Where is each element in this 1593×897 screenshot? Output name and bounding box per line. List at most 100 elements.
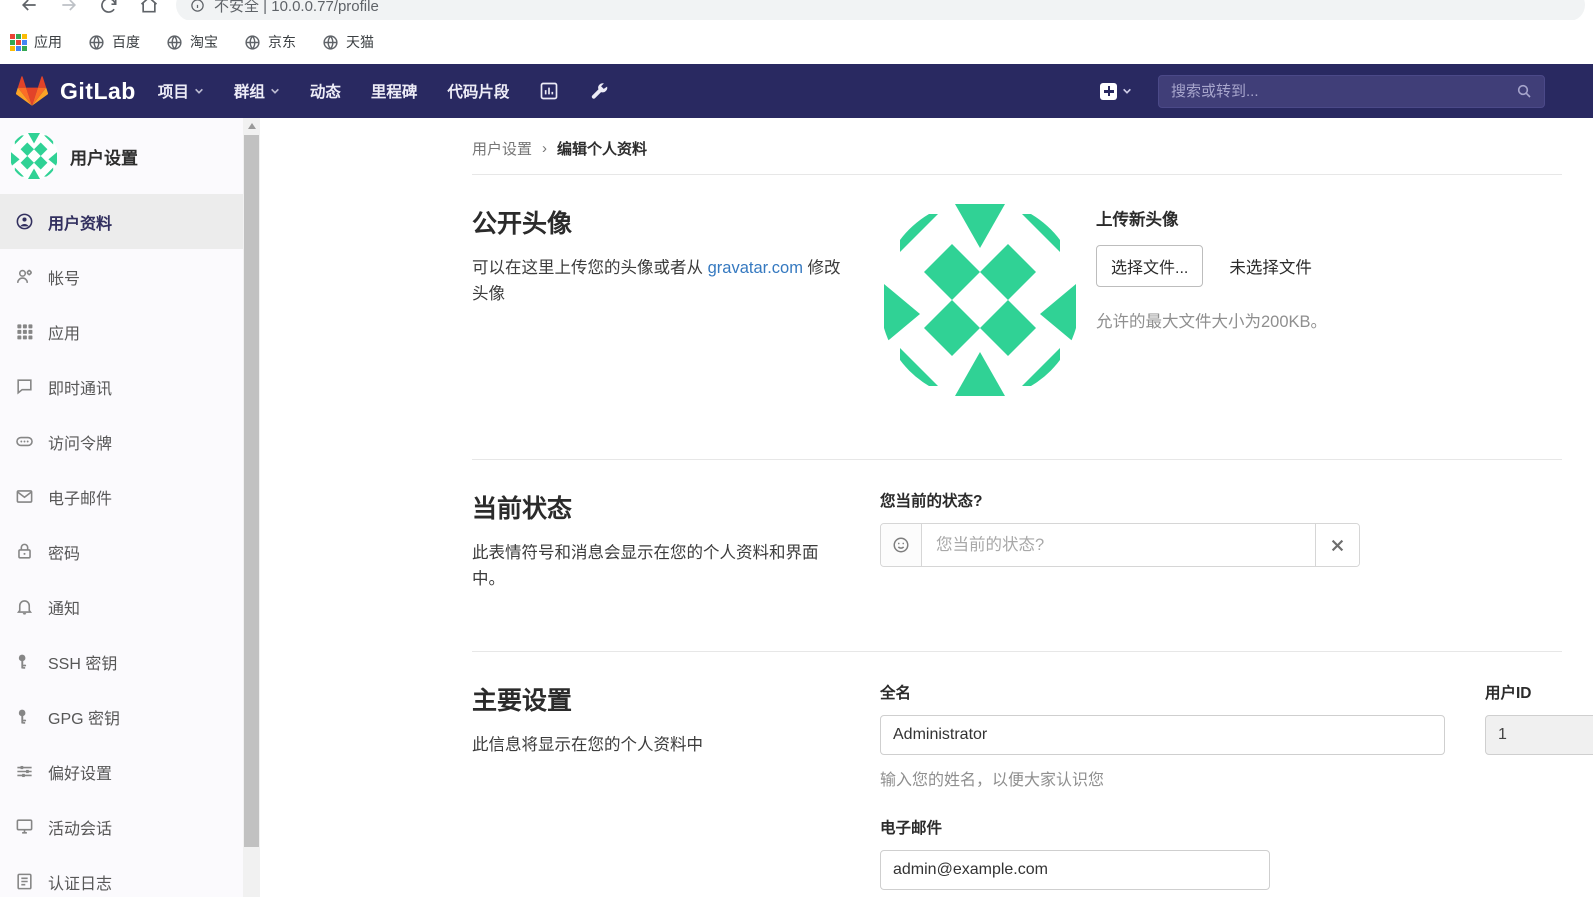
sidebar-item-label: 电子邮件 — [48, 490, 113, 508]
monitor-icon — [16, 819, 33, 834]
scroll-up-icon[interactable] — [243, 118, 260, 134]
status-message-input[interactable] — [922, 524, 1315, 566]
sidebar-item-label: 认证日志 — [48, 875, 113, 893]
profile-icon — [16, 213, 33, 230]
breadcrumb-current: 编辑个人资料 — [557, 141, 648, 158]
email-input[interactable] — [880, 850, 1270, 891]
bookmark-apps[interactable]: 应用 — [10, 32, 62, 52]
sidebar-item-notifications[interactable]: 通知 — [0, 579, 243, 634]
sidebar-item-label: 即时通讯 — [48, 380, 113, 398]
sidebar-item-active-sessions[interactable]: 活动会话 — [0, 799, 243, 854]
nav-item-label: 动态 — [309, 84, 341, 101]
new-menu-button[interactable] — [1100, 82, 1132, 100]
smiley-icon — [893, 537, 909, 553]
sidebar-item-emails[interactable]: 电子邮件 — [0, 469, 243, 524]
search-icon[interactable] — [1516, 83, 1532, 99]
max-file-size-help: 允许的最大文件大小为200KB。 — [1096, 313, 1328, 331]
sidebar-item-access-tokens[interactable]: 访问令牌 — [0, 414, 243, 469]
sidebar-item-label: GPG 密钥 — [48, 710, 121, 728]
key-icon — [18, 654, 27, 669]
globe-icon — [245, 34, 260, 50]
sidebar-item-profile[interactable]: 用户资料 — [0, 194, 243, 249]
sidebar-item-password[interactable]: 密码 — [0, 524, 243, 579]
breadcrumb: 用户设置 › 编辑个人资料 — [472, 138, 1593, 159]
choose-file-button[interactable]: 选择文件... — [1096, 245, 1204, 287]
bookmarks-bar: 应用 百度 淘宝 京东 天猫 — [0, 20, 1593, 64]
sidebar-item-chat[interactable]: 即时通讯 — [0, 359, 243, 414]
section-description: 此信息将显示在您的个人资料中 — [472, 736, 703, 755]
nav-item-snippets[interactable]: 代码片段 — [447, 80, 509, 102]
bookmark-label: 天猫 — [346, 34, 374, 50]
section-title: 公开头像 — [472, 210, 573, 238]
section-description: 可以在这里上传您的头像或者从 gravatar.com 修改头像 — [472, 256, 847, 307]
profile-avatar-image — [880, 200, 1080, 400]
nav-item-groups[interactable]: 群组 — [234, 80, 280, 102]
upload-avatar-title: 上传新头像 — [1096, 211, 1179, 229]
bookmark-jd[interactable]: 京东 — [244, 32, 296, 52]
emoji-picker-button[interactable] — [881, 524, 922, 566]
search-input[interactable] — [1171, 82, 1516, 100]
full-name-help: 输入您的姓名，以便大家认识您 — [880, 772, 1105, 790]
globe-icon — [167, 34, 182, 50]
nav-item-activity[interactable]: 动态 — [310, 80, 341, 102]
bookmark-baidu[interactable]: 百度 — [88, 32, 140, 52]
clear-status-button[interactable] — [1315, 524, 1359, 566]
globe-icon — [323, 34, 338, 50]
account-icon — [16, 269, 32, 283]
sliders-icon — [17, 765, 32, 778]
user-id-input — [1485, 715, 1593, 756]
sidebar-item-ssh-keys[interactable]: SSH 密钥 — [0, 634, 243, 689]
reload-icon[interactable] — [98, 0, 120, 16]
bookmark-tmall[interactable]: 天猫 — [322, 32, 374, 52]
full-name-input[interactable] — [880, 715, 1445, 756]
chevron-down-icon — [1123, 88, 1131, 94]
forward-icon[interactable] — [58, 0, 80, 16]
profile-content: 用户设置 › 编辑个人资料 公开头像 可以在这里上传您的头像或者从 gravat… — [260, 118, 1593, 897]
chart-icon[interactable] — [539, 81, 559, 101]
sidebar-item-preferences[interactable]: 偏好设置 — [0, 744, 243, 799]
nav-item-projects[interactable]: 项目 — [158, 80, 204, 102]
full-name-label: 全名 — [880, 685, 912, 703]
user-id-label: 用户ID — [1485, 685, 1532, 703]
gitlab-wordmark[interactable]: GitLab — [60, 78, 136, 105]
user-avatar — [10, 132, 58, 180]
sidebar-item-auth-log[interactable]: 认证日志 — [0, 854, 243, 897]
bell-icon — [16, 600, 33, 615]
sidebar-item-label: SSH 密钥 — [48, 655, 118, 673]
sidebar-item-gpg-keys[interactable]: GPG 密钥 — [0, 689, 243, 744]
key-icon — [18, 709, 27, 724]
info-icon — [191, 0, 204, 12]
global-search — [1158, 74, 1545, 108]
sidebar-item-account[interactable]: 帐号 — [0, 249, 243, 304]
sidebar-item-label: 活动会话 — [48, 820, 113, 838]
bookmark-taobao[interactable]: 淘宝 — [166, 32, 218, 52]
sidebar-item-label: 用户资料 — [48, 215, 113, 233]
settings-sidebar: 用户设置 用户资料 帐号 应用 即时通讯 访问令牌 电子邮件 密码 通知 SSH… — [0, 118, 243, 897]
email-label: 电子邮件 — [880, 820, 943, 838]
sidebar-header: 用户设置 — [0, 118, 243, 194]
nav-item-label: 群组 — [233, 84, 265, 101]
gravatar-link[interactable]: gravatar.com — [708, 259, 803, 277]
sidebar-item-applications[interactable]: 应用 — [0, 304, 243, 359]
nav-item-milestones[interactable]: 里程碑 — [371, 80, 418, 102]
scrollbar-thumb[interactable] — [244, 135, 259, 847]
nav-item-label: 项目 — [157, 84, 189, 101]
back-icon[interactable] — [18, 0, 40, 16]
sidebar-scrollbar[interactable] — [243, 118, 260, 897]
globe-icon — [89, 34, 104, 50]
chevron-down-icon — [194, 88, 203, 94]
gitlab-logo-icon[interactable] — [16, 76, 48, 106]
lock-icon — [18, 543, 31, 559]
nav-item-label: 里程碑 — [370, 84, 418, 101]
applications-icon — [17, 324, 33, 340]
section-title: 当前状态 — [472, 495, 573, 523]
sidebar-item-label: 访问令牌 — [48, 435, 113, 453]
home-icon[interactable] — [138, 0, 160, 16]
wrench-icon[interactable] — [589, 81, 609, 101]
breadcrumb-user-settings[interactable]: 用户设置 — [472, 138, 532, 159]
address-url: 不安全 | 10.0.0.77/profile — [214, 0, 379, 15]
sidebar-item-label: 密码 — [48, 545, 81, 563]
address-bar[interactable]: 不安全 | 10.0.0.77/profile — [176, 0, 1585, 20]
gitlab-navbar: GitLab 项目 群组 动态 里程碑 代码片段 — [0, 64, 1593, 118]
bookmark-label: 应用 — [34, 34, 62, 50]
